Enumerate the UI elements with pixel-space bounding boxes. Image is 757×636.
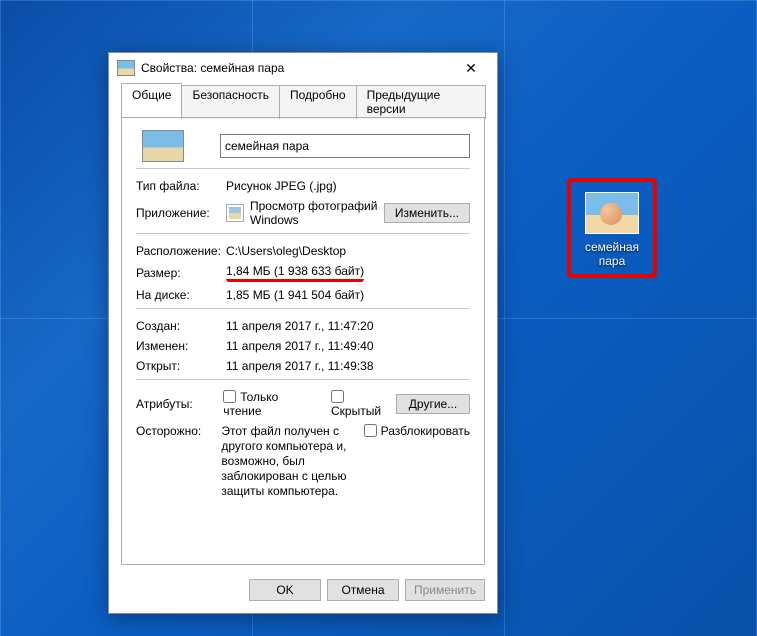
security-label: Осторожно: <box>136 424 221 438</box>
dialog-footer: OK Отмена Применить <box>109 573 497 613</box>
security-text: Этот файл получен с другого компьютера и… <box>221 424 363 499</box>
titlebar[interactable]: Свойства: семейная пара ✕ <box>109 53 497 83</box>
separator <box>136 379 470 380</box>
app-value: Просмотр фотографий Windows <box>250 199 384 227</box>
ondisk-label: На диске: <box>136 288 226 302</box>
properties-dialog: Свойства: семейная пара ✕ Общие Безопасн… <box>108 52 498 614</box>
ondisk-value: 1,85 МБ (1 941 504 байт) <box>226 288 364 302</box>
photo-viewer-icon <box>226 204 244 222</box>
size-value: 1,84 МБ (1 938 633 байт) <box>226 264 364 282</box>
desktop-file-icon[interactable]: семейная пара <box>567 178 657 278</box>
created-label: Создан: <box>136 319 226 333</box>
unblock-checkbox[interactable] <box>364 424 377 437</box>
modified-value: 11 апреля 2017 г., 11:49:40 <box>226 339 374 353</box>
cancel-button[interactable]: Отмена <box>327 579 399 601</box>
tab-general[interactable]: Общие <box>121 83 182 117</box>
desktop-icon-label: семейная пара <box>571 240 653 268</box>
hidden-checkbox-label[interactable]: Скрытый <box>331 390 396 418</box>
tab-panel-general: Тип файла: Рисунок JPEG (.jpg) Приложени… <box>121 117 485 565</box>
modified-label: Изменен: <box>136 339 226 353</box>
file-thumbnail-icon <box>142 130 184 162</box>
separator <box>136 168 470 169</box>
tab-security[interactable]: Безопасность <box>181 85 280 119</box>
separator <box>136 233 470 234</box>
tab-details[interactable]: Подробно <box>279 85 357 119</box>
location-value: C:\Users\oleg\Desktop <box>226 244 346 258</box>
tab-strip: Общие Безопасность Подробно Предыдущие в… <box>121 83 485 117</box>
separator <box>136 308 470 309</box>
close-button[interactable]: ✕ <box>451 55 491 81</box>
apply-button[interactable]: Применить <box>405 579 485 601</box>
opened-label: Открыт: <box>136 359 226 373</box>
opened-value: 11 апреля 2017 г., 11:49:38 <box>226 359 374 373</box>
size-label: Размер: <box>136 266 226 280</box>
created-value: 11 апреля 2017 г., 11:47:20 <box>226 319 374 333</box>
readonly-checkbox[interactable] <box>223 390 236 403</box>
window-icon <box>117 60 135 76</box>
hidden-checkbox[interactable] <box>331 390 344 403</box>
filename-input[interactable] <box>220 134 470 158</box>
attributes-label: Атрибуты: <box>136 397 223 411</box>
image-thumbnail-icon <box>585 192 639 234</box>
window-title: Свойства: семейная пара <box>141 61 451 75</box>
change-app-button[interactable]: Изменить... <box>384 203 470 223</box>
filetype-value: Рисунок JPEG (.jpg) <box>226 179 337 193</box>
unblock-checkbox-label[interactable]: Разблокировать <box>364 424 470 438</box>
readonly-checkbox-label[interactable]: Только чтение <box>223 390 317 418</box>
other-attributes-button[interactable]: Другие... <box>396 394 470 414</box>
app-label: Приложение: <box>136 206 226 220</box>
tab-previous-versions[interactable]: Предыдущие версии <box>356 85 486 119</box>
location-label: Расположение: <box>136 244 226 258</box>
ok-button[interactable]: OK <box>249 579 321 601</box>
filetype-label: Тип файла: <box>136 179 226 193</box>
